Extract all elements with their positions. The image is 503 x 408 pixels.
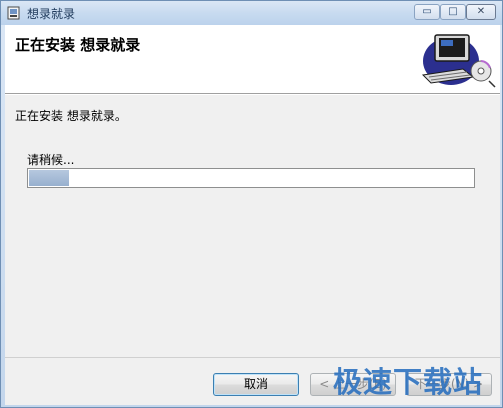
computer-disc-icon <box>415 29 497 89</box>
title-bar[interactable]: 想录就录 ▭ □ ✕ <box>1 1 502 25</box>
dialog-client-area: 正在安装 想录就录 正在安装 想录就录。 请稍候... 取消 < 上一步(B) … <box>5 25 500 405</box>
progress-label: 请稍候... <box>27 153 75 167</box>
minimize-button[interactable]: ▭ <box>414 4 440 20</box>
header-banner: 正在安装 想录就录 <box>5 25 500 94</box>
minimize-icon: ▭ <box>422 6 432 17</box>
install-progress-bar <box>27 168 475 188</box>
installer-app-icon <box>6 5 22 21</box>
progress-fill <box>29 170 69 186</box>
window-title: 想录就录 <box>27 7 76 21</box>
install-status-text: 正在安装 想录就录。 <box>15 109 127 123</box>
banner-separator <box>5 94 500 95</box>
close-button[interactable]: ✕ <box>466 4 496 20</box>
page-title: 正在安装 想录就录 <box>15 36 141 54</box>
maximize-icon: □ <box>448 6 458 17</box>
cancel-button[interactable]: 取消 <box>213 373 299 396</box>
installer-window: 想录就录 ▭ □ ✕ 正在安装 想录就录 正在安装 想录就录。 请稍候... 取… <box>0 0 503 408</box>
footer-separator <box>5 357 500 358</box>
close-icon: ✕ <box>476 6 486 17</box>
watermark-text: 极速下载站 <box>333 365 484 399</box>
maximize-button[interactable]: □ <box>440 4 466 20</box>
